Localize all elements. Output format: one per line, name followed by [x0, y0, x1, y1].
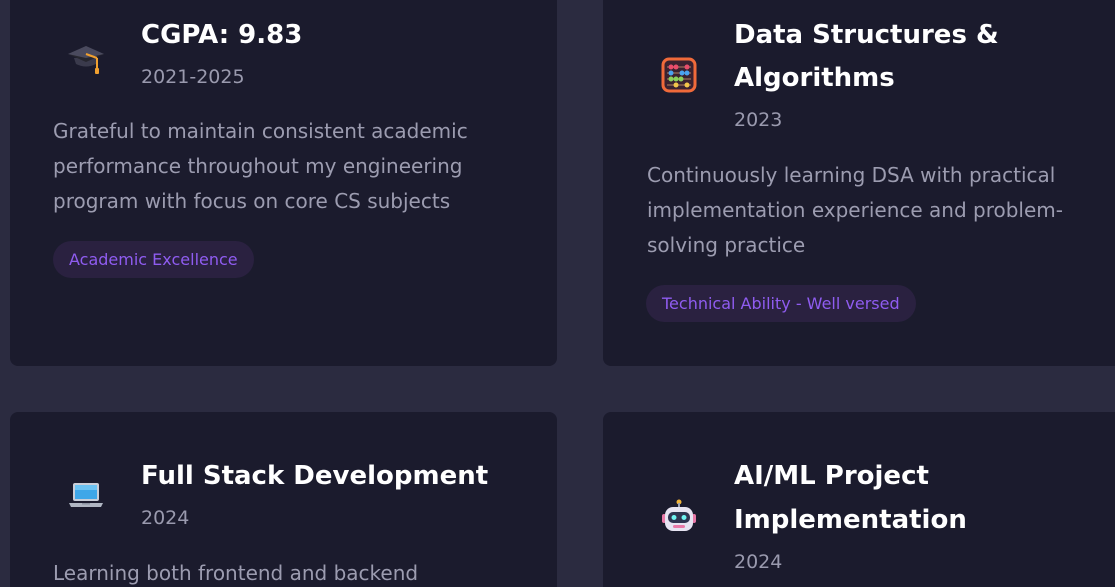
achievement-card: Full Stack Development 2024 Learning bot… — [10, 412, 557, 587]
achievement-card: Data Structures & Algorithms 2023 Contin… — [603, 0, 1115, 366]
achievement-card: CGPA: 9.83 2021-2025 Grateful to maintai… — [10, 0, 557, 366]
card-title: Full Stack Development — [141, 461, 489, 491]
achievements-grid: CGPA: 9.83 2021-2025 Grateful to maintai… — [0, 0, 1115, 587]
card-badge: Technical Ability - Well versed — [646, 285, 916, 322]
card-year: 2024 — [141, 507, 190, 529]
card-title-line-2: Implementation — [734, 505, 967, 535]
card-title-line-1: AI/ML Project — [734, 461, 929, 491]
card-title: CGPA: 9.83 — [141, 20, 303, 50]
graduation-cap-icon — [66, 38, 106, 78]
abacus-icon — [659, 55, 699, 95]
card-title-line-2: Algorithms — [734, 63, 895, 93]
card-description: Grateful to maintain consistent academic… — [53, 119, 468, 213]
card-year: 2024 — [734, 551, 783, 573]
laptop-icon — [66, 475, 106, 515]
card-year: 2021-2025 — [141, 66, 245, 88]
card-description: Continuously learning DSA with practical… — [647, 163, 1063, 257]
card-year: 2023 — [734, 109, 783, 131]
robot-icon — [659, 497, 699, 537]
achievement-card: AI/ML Project Implementation 2024 — [603, 412, 1115, 587]
card-description: Learning both frontend and backend — [53, 561, 419, 585]
card-title-line-1: Data Structures & — [734, 20, 999, 50]
card-badge: Academic Excellence — [53, 241, 254, 278]
